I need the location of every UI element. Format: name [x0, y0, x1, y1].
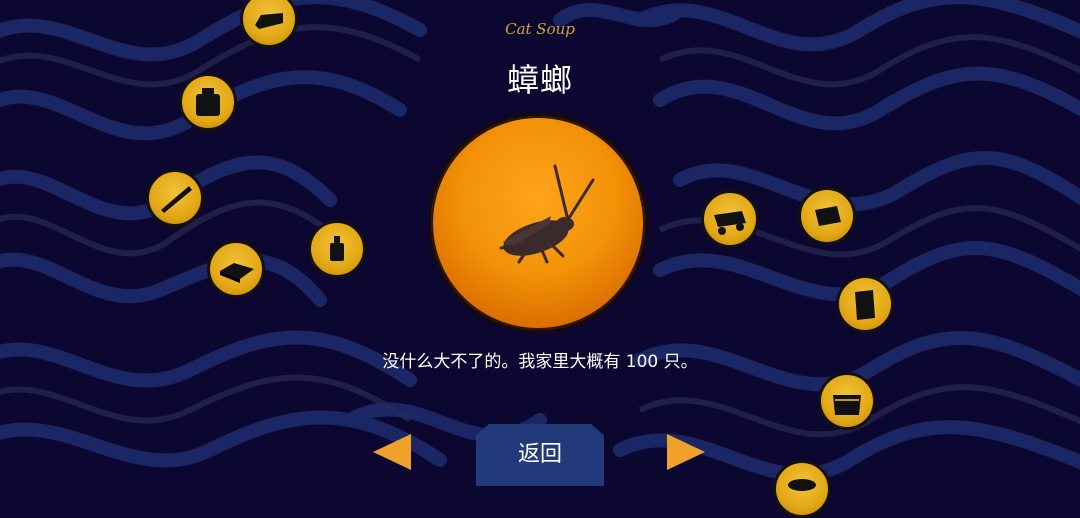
bottle-icon: [330, 236, 344, 261]
item-token-jar[interactable]: [179, 73, 237, 131]
item-token-bottle[interactable]: [308, 220, 366, 278]
triangle-left-icon: [373, 434, 411, 470]
jar-icon: [196, 88, 220, 116]
item-token-crate[interactable]: [798, 187, 856, 245]
cart-icon: [714, 211, 746, 235]
bed-icon: [220, 263, 254, 283]
next-arrow-button[interactable]: [665, 430, 709, 474]
item-token-box[interactable]: [240, 0, 298, 48]
item-token-bed[interactable]: [207, 240, 265, 298]
triangle-right-icon: [667, 434, 705, 470]
door-icon: [855, 290, 875, 320]
featured-item-circle: [428, 113, 648, 333]
stick-icon: [161, 186, 192, 213]
back-button[interactable]: 返回: [476, 424, 604, 486]
basket-icon: [833, 395, 861, 415]
game-title: Cat Soup: [505, 20, 575, 38]
box-icon: [255, 13, 283, 29]
item-token-hat[interactable]: [773, 460, 831, 518]
item-token-cart[interactable]: [701, 190, 759, 248]
crate-icon: [815, 206, 841, 226]
item-token-basket[interactable]: [818, 372, 876, 430]
item-description: 没什么大不了的。我家里大概有 100 只。: [382, 352, 698, 372]
item-token-stick[interactable]: [146, 169, 204, 227]
item-name: 蟑螂: [506, 61, 573, 99]
item-token-door[interactable]: [836, 275, 894, 333]
prev-arrow-button[interactable]: [369, 430, 413, 474]
cockroach-icon: [499, 164, 595, 264]
hat-icon: [788, 479, 816, 491]
